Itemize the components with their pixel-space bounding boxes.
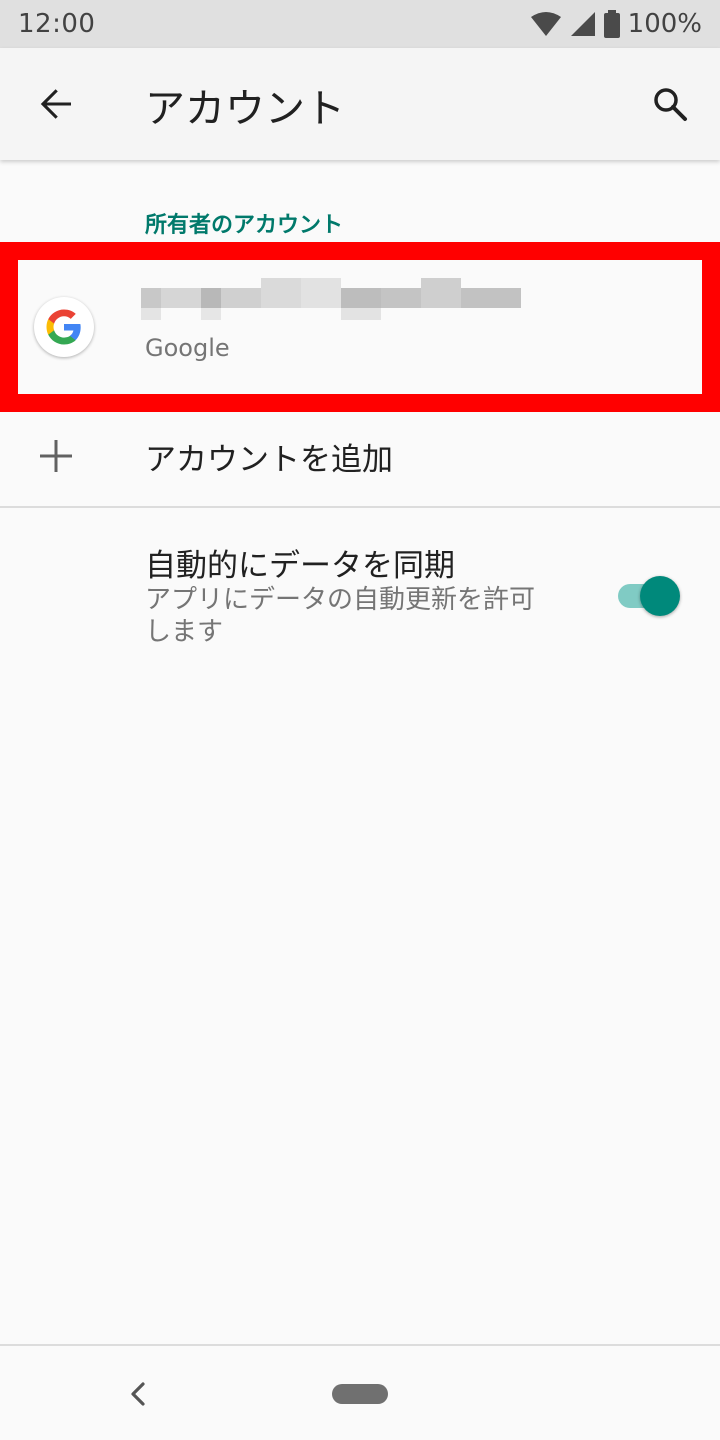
signal-icon: [570, 12, 595, 36]
chevron-left-icon: [131, 1382, 145, 1406]
status-time: 12:00: [18, 9, 96, 39]
auto-sync-title: 自動的にデータを同期: [145, 548, 455, 584]
auto-sync-toggle[interactable]: [618, 576, 682, 616]
google-logo-icon: [34, 297, 94, 357]
status-icons: 100%: [530, 9, 702, 39]
search-button[interactable]: [636, 70, 704, 138]
account-type: Google: [145, 334, 230, 362]
battery-percent: 100%: [627, 9, 702, 39]
toggle-thumb: [640, 576, 680, 616]
search-icon: [654, 88, 687, 121]
add-account-label: アカウントを追加: [145, 442, 393, 478]
page-title: アカウント: [145, 86, 345, 132]
auto-sync-row[interactable]: 自動的にデータを同期 アプリにデータの自動更新を許可します: [0, 508, 720, 668]
plus-icon: [40, 440, 72, 472]
account-row-google[interactable]: Google: [18, 260, 702, 394]
back-button[interactable]: [22, 70, 90, 138]
battery-icon: [603, 10, 620, 38]
section-header-owner-accounts: 所有者のアカウント: [145, 213, 344, 238]
auto-sync-description: アプリにデータの自動更新を許可します: [145, 585, 536, 647]
account-email-redacted: [141, 278, 521, 320]
status-bar: 12:00 100%: [0, 0, 720, 48]
arrow-back-icon: [40, 89, 71, 119]
home-pill-icon[interactable]: [332, 1384, 388, 1404]
wifi-icon: [530, 12, 561, 36]
app-bar: アカウント: [0, 48, 720, 160]
navigation-bar: [0, 1344, 720, 1440]
add-account-button[interactable]: アカウントを追加: [0, 412, 720, 506]
nav-back-button[interactable]: [118, 1374, 158, 1414]
